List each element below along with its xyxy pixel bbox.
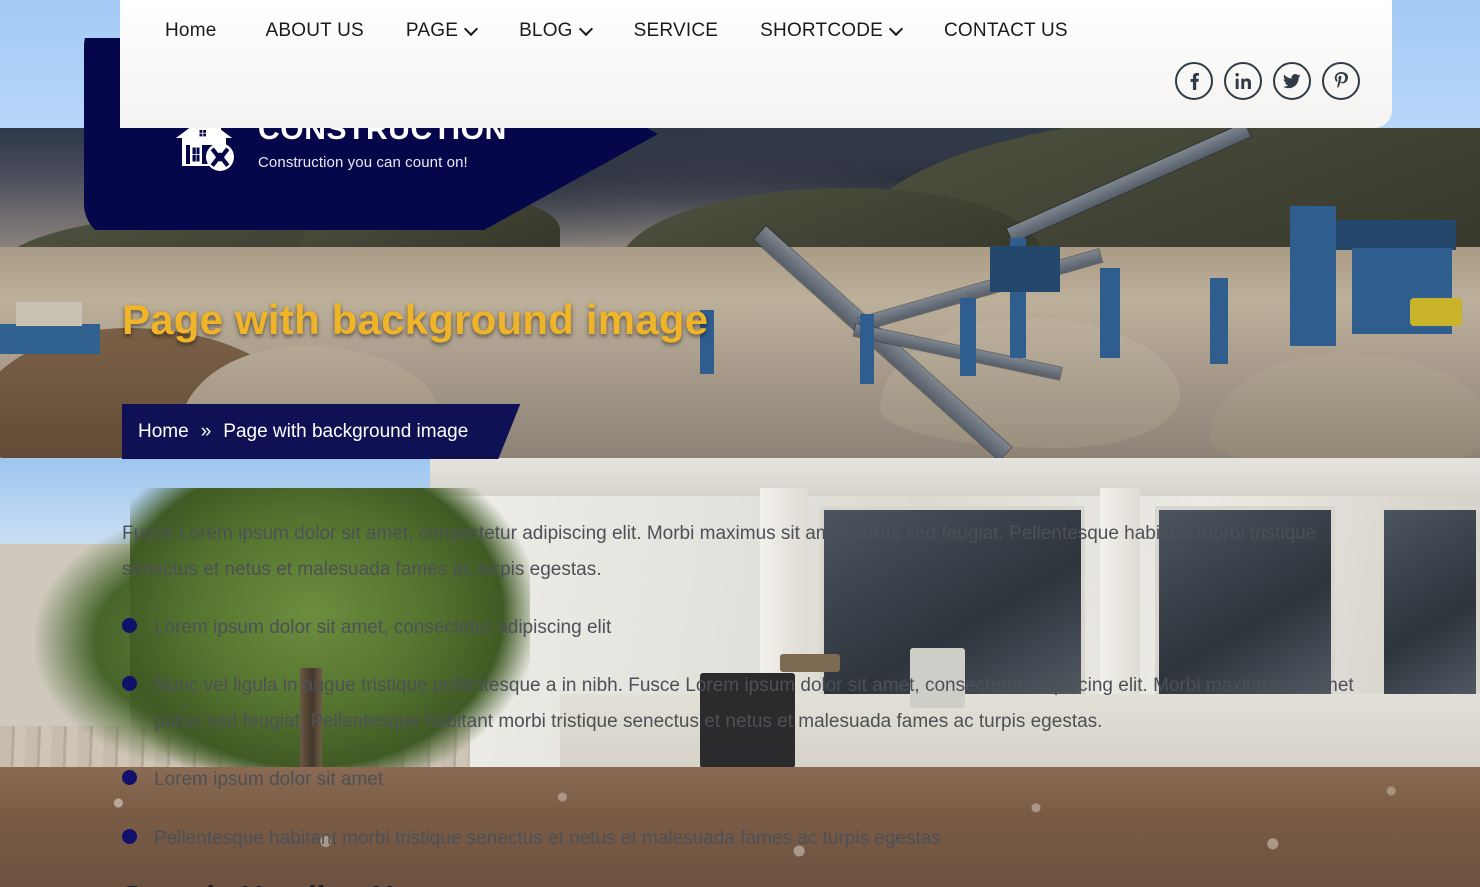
site-building xyxy=(16,302,82,326)
nav-item-home[interactable]: Home xyxy=(165,20,216,42)
loader-machine xyxy=(1410,298,1462,326)
chevron-down-icon xyxy=(581,24,592,35)
page-title: Page with background image xyxy=(122,296,709,343)
facebook-icon[interactable] xyxy=(1175,62,1213,100)
nav-item-contact-us[interactable]: CONTACT US xyxy=(944,20,1068,42)
nav-label: CONTACT US xyxy=(944,20,1068,41)
logo-tagline: Construction you can count on! xyxy=(258,154,468,171)
twitter-icon[interactable] xyxy=(1273,62,1311,100)
nav-label: ABOUT US xyxy=(265,20,364,41)
page-root: Home ABOUT US PAGE BLOG SERVICE SHORTCOD… xyxy=(0,0,1480,887)
plant-structure xyxy=(860,314,874,384)
list-item: Nunc vel ligula in augue tristique pelle… xyxy=(122,668,1370,740)
nav-item-blog[interactable]: BLOG xyxy=(519,20,592,42)
breadcrumb-current: Page with background image xyxy=(223,420,469,442)
nav-item-service[interactable]: SERVICE xyxy=(634,20,718,42)
list-item: Lorem ipsum dolor sit amet, consectetur … xyxy=(122,610,1370,646)
site-building xyxy=(0,324,100,354)
intro-paragraph: Fusce Lorem ipsum dolor sit amet, consec… xyxy=(122,523,1317,581)
nav-label: PAGE xyxy=(405,20,459,41)
nav-label: SERVICE xyxy=(633,20,719,41)
breadcrumb-separator-icon: » xyxy=(200,420,212,442)
chevron-down-icon xyxy=(466,24,477,35)
linkedin-icon[interactable] xyxy=(1224,62,1262,100)
nav-item-page[interactable]: PAGE xyxy=(406,20,477,42)
header-panel: Home ABOUT US PAGE BLOG SERVICE SHORTCOD… xyxy=(120,0,1392,128)
feature-list: Lorem ipsum dolor sit amet, consectetur … xyxy=(122,610,1370,856)
nav-item-about-us[interactable]: ABOUT US xyxy=(265,20,363,42)
main-content: Fusce Lorem ipsum dolor sit amet, consec… xyxy=(0,458,1480,887)
pinterest-icon[interactable] xyxy=(1322,62,1360,100)
nav-label: BLOG xyxy=(519,20,573,41)
chevron-down-icon xyxy=(891,24,902,35)
nav-label: Home xyxy=(165,20,217,41)
plant-structure xyxy=(1210,278,1228,364)
nav-label: SHORTCODE xyxy=(760,20,884,41)
list-item: Lorem ipsum dolor sit amet xyxy=(122,762,1370,798)
plant-structure xyxy=(1290,206,1336,346)
plant-structure xyxy=(960,298,976,376)
plant-structure xyxy=(990,246,1060,292)
breadcrumb: Home » Page with background image xyxy=(122,404,520,459)
social-links xyxy=(1175,62,1360,100)
breadcrumb-home-link[interactable]: Home xyxy=(138,421,189,443)
list-item: Pellentesque habitant morbi tristique se… xyxy=(122,821,1370,857)
plant-structure xyxy=(1336,220,1456,250)
nav-item-shortcode[interactable]: SHORTCODE xyxy=(760,20,902,42)
plant-structure xyxy=(1100,268,1120,358)
section-heading: Sample Heading Here xyxy=(122,879,1370,887)
main-navigation: Home ABOUT US PAGE BLOG SERVICE SHORTCOD… xyxy=(120,0,1392,62)
